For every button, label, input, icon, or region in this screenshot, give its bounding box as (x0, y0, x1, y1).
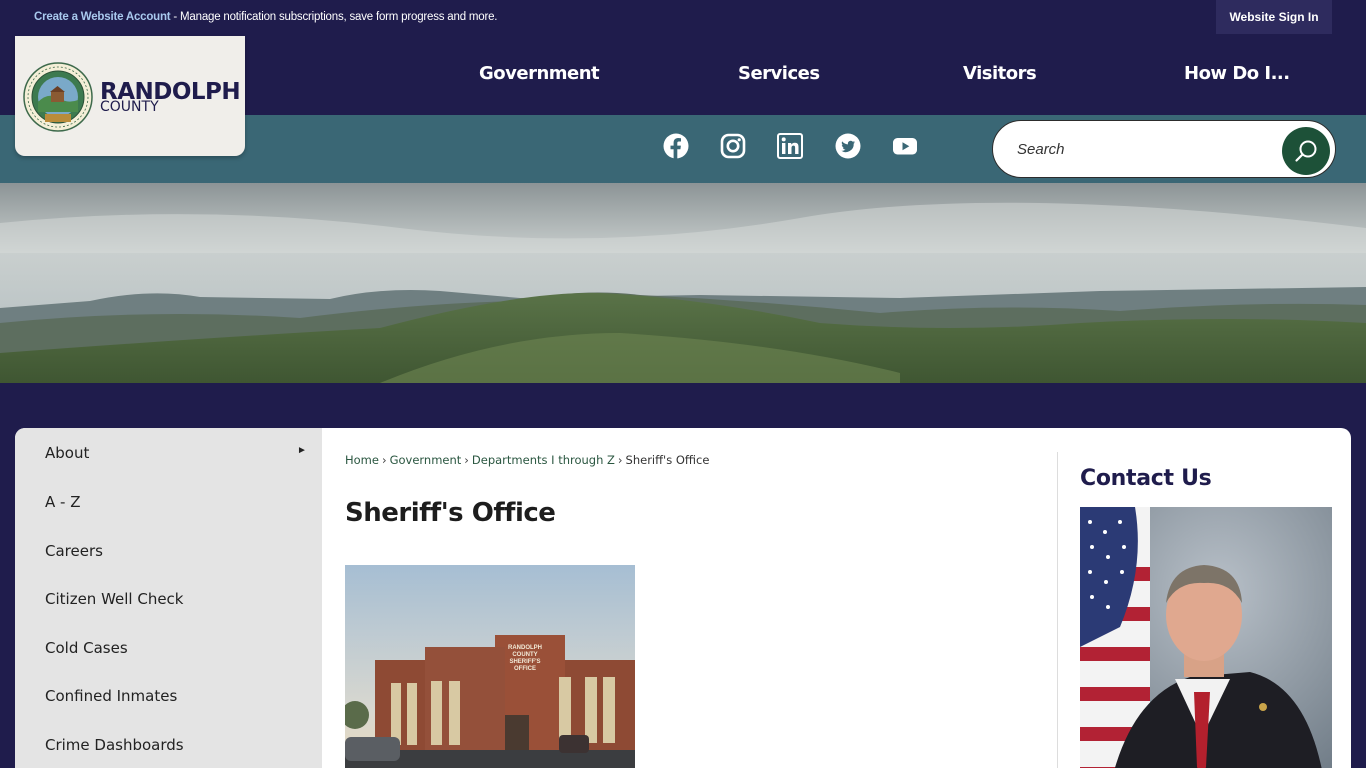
logo-county: COUNTY (100, 99, 159, 115)
search-button[interactable] (1282, 127, 1330, 175)
account-notice-text: - Manage notification subscriptions, sav… (170, 11, 498, 23)
county-logo[interactable]: RANDOLPH COUNTY (15, 36, 245, 156)
column-divider (1057, 452, 1058, 768)
search-box (992, 120, 1336, 178)
sheriff-portrait-photo (1080, 507, 1332, 768)
create-account-link[interactable]: Create a Website Account (34, 11, 171, 23)
sidenav-item-about[interactable]: About (45, 444, 89, 462)
nav-services[interactable]: Services (738, 63, 820, 84)
sidenav-item-confined-inmates[interactable]: Confined Inmates (45, 687, 177, 705)
nav-government[interactable]: Government (479, 63, 600, 84)
building-sign-line: OFFICE (514, 666, 536, 672)
building-sign-line: COUNTY (512, 652, 537, 658)
building-sign-line: RANDOLPH (508, 645, 542, 651)
search-input[interactable] (1017, 137, 1267, 161)
side-navigation: About ► A - Z Careers Citizen Well Check… (15, 428, 322, 768)
breadcrumb-current: Sheriff's Office (625, 453, 710, 467)
breadcrumb-departments[interactable]: Departments I through Z (472, 453, 615, 467)
breadcrumb-home[interactable]: Home (345, 453, 379, 467)
mountain-landscape-image (0, 183, 1366, 383)
county-seal-icon (23, 62, 93, 132)
nav-visitors[interactable]: Visitors (963, 63, 1037, 84)
instagram-icon[interactable] (720, 133, 746, 159)
breadcrumb-separator: › (381, 453, 387, 467)
breadcrumb-government[interactable]: Government (390, 453, 462, 467)
contact-us-heading: Contact Us (1080, 466, 1212, 491)
sheriff-building-photo: RANDOLPH COUNTY SHERIFF'S OFFICE (345, 565, 635, 768)
website-sign-in-button[interactable]: Website Sign In (1216, 0, 1332, 34)
sidenav-item-a-z[interactable]: A - Z (45, 493, 81, 511)
sidenav-item-careers[interactable]: Careers (45, 542, 103, 560)
hero-banner (0, 183, 1366, 383)
sidenav-item-cold-cases[interactable]: Cold Cases (45, 639, 128, 657)
building-sign-line: SHERIFF'S (509, 659, 540, 665)
twitter-icon[interactable] (835, 133, 861, 159)
top-bar: Create a Website Account - Manage notifi… (0, 0, 1366, 36)
account-notice: Create a Website Account - Manage notifi… (34, 11, 497, 23)
breadcrumb-separator: › (464, 453, 469, 467)
expand-arrow-icon[interactable]: ► (297, 445, 307, 456)
breadcrumb-separator: › (617, 453, 623, 467)
sidenav-item-citizen-well-check[interactable]: Citizen Well Check (45, 590, 184, 608)
youtube-icon[interactable] (892, 133, 918, 159)
content-card: About ► A - Z Careers Citizen Well Check… (15, 428, 1351, 768)
page-title: Sheriff's Office (345, 498, 556, 528)
linkedin-icon[interactable] (777, 133, 803, 159)
facebook-icon[interactable] (663, 133, 689, 159)
search-icon (1295, 140, 1317, 162)
breadcrumb: Home › Government › Departments I through Z ›… (345, 453, 709, 467)
nav-how-do-i[interactable]: How Do I... (1184, 63, 1290, 84)
sidenav-item-crime-dashboards[interactable]: Crime Dashboards (45, 736, 184, 754)
